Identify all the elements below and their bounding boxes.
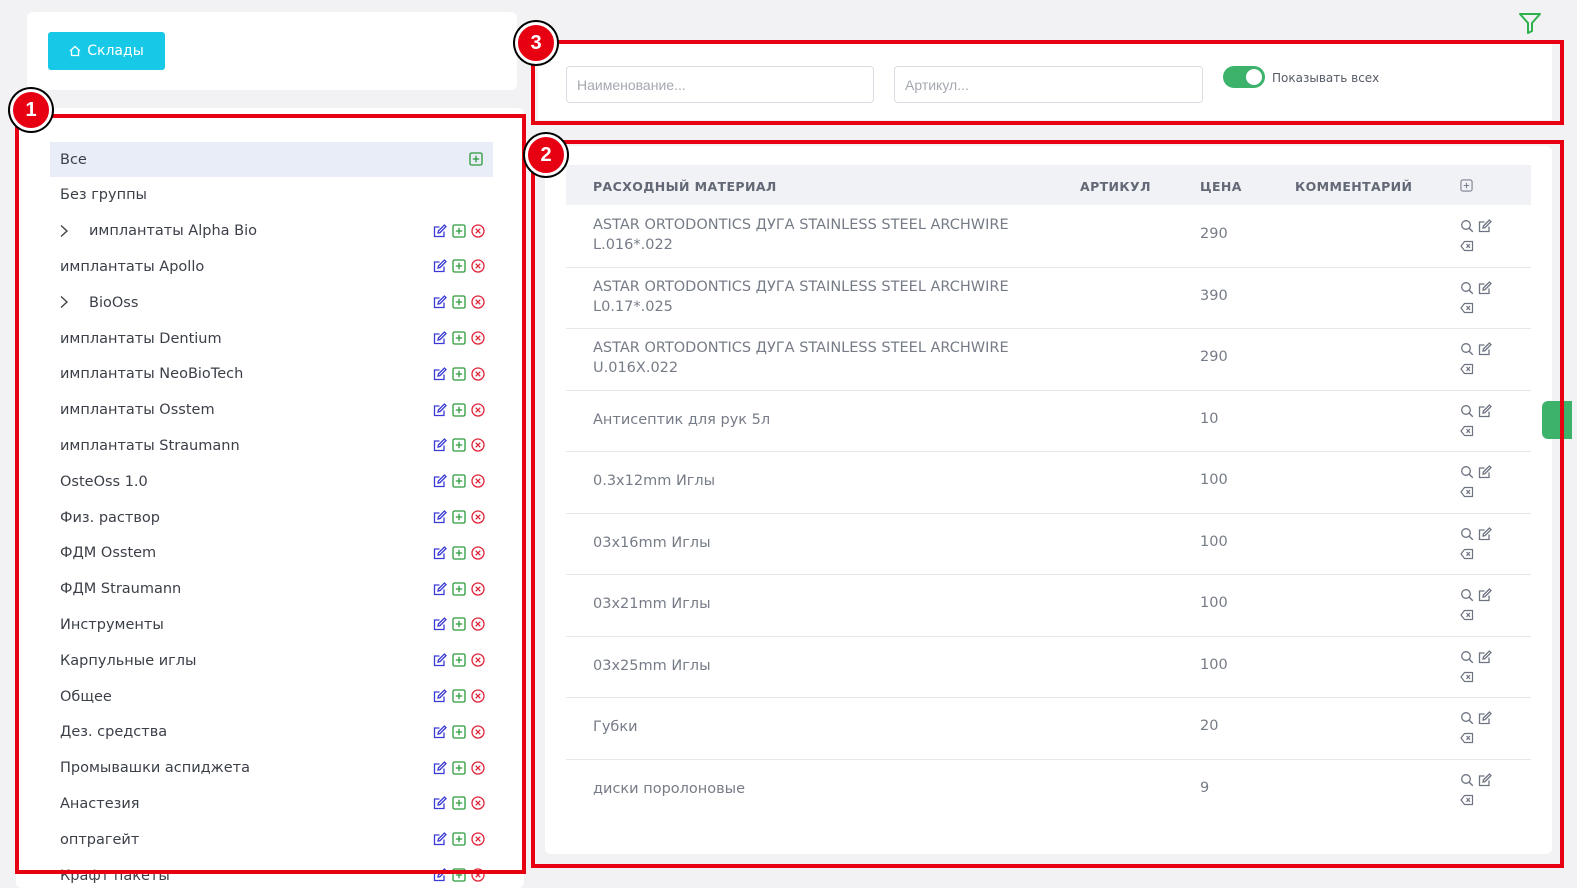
annotation-frame-1 <box>15 114 526 874</box>
annotation-frame-2 <box>531 140 1564 868</box>
annotation-badge-1: 1 <box>10 89 52 131</box>
filter-funnel-icon[interactable] <box>1518 12 1542 34</box>
home-icon <box>69 45 81 57</box>
warehouses-button-label: Склады <box>87 43 144 59</box>
annotation-badge-2: 2 <box>525 134 567 176</box>
warehouses-button[interactable]: Склады <box>48 32 165 70</box>
annotation-frame-3 <box>531 40 1564 125</box>
annotation-badge-3: 3 <box>515 22 557 64</box>
